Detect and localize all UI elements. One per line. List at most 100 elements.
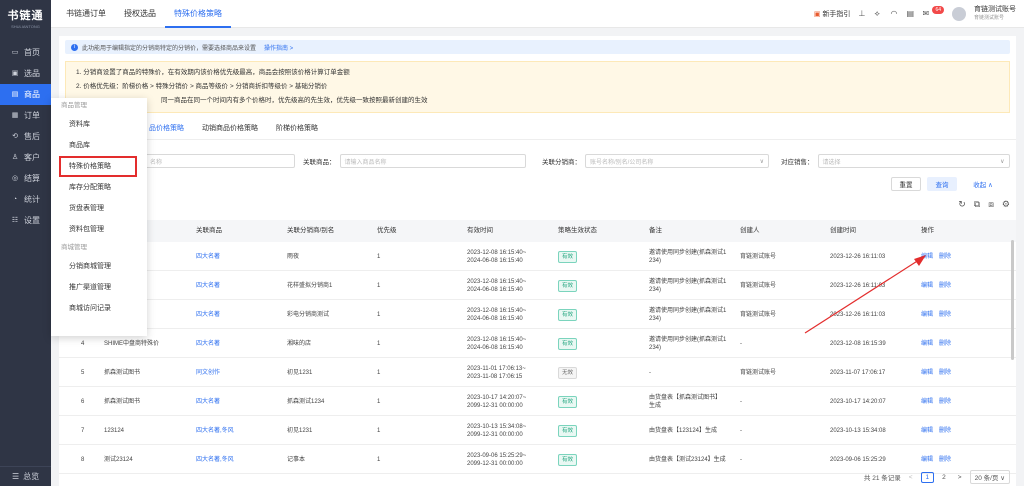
menu-item-inventory[interactable]: 库存分配策略 <box>51 177 147 198</box>
delete-button[interactable]: 删除 <box>939 456 951 464</box>
chevron-down-icon: ∨ <box>1000 158 1005 165</box>
delete-button[interactable]: 删除 <box>939 282 951 290</box>
prev-page[interactable]: < <box>905 473 917 482</box>
header-note: 备注 <box>649 227 662 234</box>
menu-item-pallet[interactable]: 货盘表管理 <box>51 198 147 219</box>
table-scrollbar[interactable] <box>1011 240 1014 360</box>
menu-item-visit-log[interactable]: 商城访问记录 <box>51 298 147 319</box>
menu-item-goods-library[interactable]: 商品库 <box>51 135 147 156</box>
table-row: 7 123124 四大名著,冬风 初见1231 1 2023-10-13 15:34:08… <box>59 416 1016 445</box>
sidebar-footer-overview[interactable]: ☰ 总览 <box>0 466 51 486</box>
edit-button[interactable]: 编辑 <box>921 456 933 464</box>
filter-name: 名称 <box>145 154 295 168</box>
delete-button[interactable]: 删除 <box>939 253 951 261</box>
edit-button[interactable]: 编辑 <box>921 253 933 261</box>
menu-item-dist-mall[interactable]: 分销商城管理 <box>51 256 147 277</box>
app-logo[interactable]: 书链通 SHULIANTONG <box>0 0 51 36</box>
edit-button[interactable]: 编辑 <box>921 282 933 290</box>
goods-link[interactable]: 四大名著,冬风 <box>196 456 234 464</box>
tab-tier-price[interactable]: 阶梯价格策略 <box>276 123 318 137</box>
tab-moving-goods-price[interactable]: 动销商品价格策略 <box>202 123 258 137</box>
menu-item-library[interactable]: 资料库 <box>51 114 147 135</box>
export-icon[interactable]: ⧉ <box>974 199 980 210</box>
menu-item-package[interactable]: 资料包管理 <box>51 219 147 240</box>
edit-button[interactable]: 编辑 <box>921 398 933 406</box>
goods-link[interactable]: 四大名著 <box>196 311 220 319</box>
goods-link[interactable]: 同文创作 <box>196 369 220 377</box>
valid-start: 2023-12-08 16:15:40~ <box>467 336 527 343</box>
reset-button[interactable]: 重置 <box>891 177 921 191</box>
sidebar-item-select[interactable]: ▣ 选品 <box>0 63 51 84</box>
pagination: 共 21 条记录 < 1 2 > 20 条/页 ∨ <box>864 470 1010 484</box>
sidebar-item-home[interactable]: ▭ 首页 <box>0 42 51 63</box>
delete-button[interactable]: 删除 <box>939 369 951 377</box>
info-bar: i 此功能用于编辑指定的分销商特定的分销价，需要选择商品来设置 操作指南 > <box>65 40 1010 54</box>
avatar[interactable] <box>952 7 966 21</box>
distributor-select[interactable]: 账号名称/别名/公司名称 ∨ <box>585 154 769 168</box>
guide-link-info[interactable]: 操作指南 > <box>264 43 293 52</box>
goods-link[interactable]: 四大名著,冬风 <box>196 427 234 435</box>
next-page[interactable]: > <box>954 473 966 482</box>
valid-start: 2023-12-08 16:15:40~ <box>467 278 527 285</box>
header-status[interactable]: 策略生效状态 <box>558 220 597 242</box>
link-icon[interactable]: ⟡ <box>874 10 882 18</box>
sidebar-item-settle[interactable]: ◎ 结算 <box>0 168 51 189</box>
settings-icon: ☷ <box>11 216 19 224</box>
creator-name: - <box>740 456 742 463</box>
collapse-button[interactable]: 收起 ∧ <box>965 177 1001 191</box>
goods-link[interactable]: 四大名著 <box>196 340 220 348</box>
delete-button[interactable]: 删除 <box>939 398 951 406</box>
sidebar-item-goods[interactable]: ▤ 商品 <box>0 84 51 105</box>
import-icon[interactable]: ⧈ <box>988 199 994 210</box>
overview-label: 总览 <box>23 472 40 481</box>
sidebar-item-customer[interactable]: ♙ 客户 <box>0 147 51 168</box>
refresh-icon[interactable]: ↻ <box>958 199 966 210</box>
guide-link[interactable]: ▣ 新手指引 <box>814 9 851 19</box>
menu-item-promo-channel[interactable]: 推广渠道管理 <box>51 277 147 298</box>
distributor-label: 关联分销商： <box>542 159 581 166</box>
header-valid-time[interactable]: 有效时间 <box>467 220 493 242</box>
goods-input[interactable]: 请输入商品名称 <box>339 154 526 168</box>
notice-line: 1. 分销商设置了商品的特殊价，在有效期内该价格优先级最高，商品会按照该价格计算… <box>76 69 350 76</box>
edit-button[interactable]: 编辑 <box>921 427 933 435</box>
delete-button[interactable]: 删除 <box>939 340 951 348</box>
menu-item-special-price[interactable]: 特殊价格策略 <box>59 156 137 177</box>
tab-special-price[interactable]: 特殊价格策略 <box>165 0 231 28</box>
status-badge: 有效 <box>558 424 578 437</box>
edit-button[interactable]: 编辑 <box>921 311 933 319</box>
priority-value: 1 <box>377 282 381 289</box>
tab-authorized-selection[interactable]: 授权选品 <box>115 0 165 28</box>
sidebar-item-aftersale[interactable]: ⟲ 售后 <box>0 126 51 147</box>
status-badge: 有效 <box>558 279 578 292</box>
page-1[interactable]: 1 <box>920 471 935 483</box>
header-created[interactable]: 创建时间 <box>830 220 856 242</box>
tab-goods-price[interactable]: 品价格策略 <box>149 123 184 137</box>
sidebar-item-order[interactable]: ▦ 订单 <box>0 105 51 126</box>
created-time: 2023-11-07 17:06:17 <box>830 369 886 376</box>
edit-button[interactable]: 编辑 <box>921 369 933 377</box>
gear-icon[interactable]: ⚙ <box>1002 199 1010 210</box>
page-size-select[interactable]: 20 条/页 ∨ <box>969 470 1010 484</box>
message-icon[interactable]: ✉ <box>922 10 930 18</box>
delete-button[interactable]: 删除 <box>939 427 951 435</box>
edit-button[interactable]: 编辑 <box>921 340 933 348</box>
goods-link[interactable]: 四大名著 <box>196 253 220 261</box>
upload-icon[interactable]: ⊥ <box>858 10 866 18</box>
sidebar-item-settings[interactable]: ☷ 设置 <box>0 210 51 231</box>
sidebar-item-label: 结算 <box>24 174 40 183</box>
headset-icon[interactable]: ◠ <box>890 10 898 18</box>
name-input[interactable]: 名称 <box>145 154 295 168</box>
sales-select[interactable]: 请选择 ∨ <box>817 154 1010 168</box>
valid-end: 2099-12-31 00:00:00 <box>467 460 523 467</box>
doc-icon[interactable]: ▤ <box>906 10 914 18</box>
goods-link[interactable]: 四大名著 <box>196 282 220 290</box>
search-button[interactable]: 查询 <box>927 177 957 191</box>
account-menu[interactable]: 育链测试账号 育链测试账号 <box>974 6 1016 22</box>
delete-button[interactable]: 删除 <box>939 311 951 319</box>
page-2[interactable]: 2 <box>938 473 950 482</box>
tab-orders[interactable]: 书链通订单 <box>57 0 115 28</box>
header-actions: 操作 <box>921 227 934 234</box>
priority-value: 1 <box>377 369 381 376</box>
goods-link[interactable]: 四大名著 <box>196 398 220 406</box>
sidebar-item-stats[interactable]: ◔ 统计 <box>0 189 51 210</box>
